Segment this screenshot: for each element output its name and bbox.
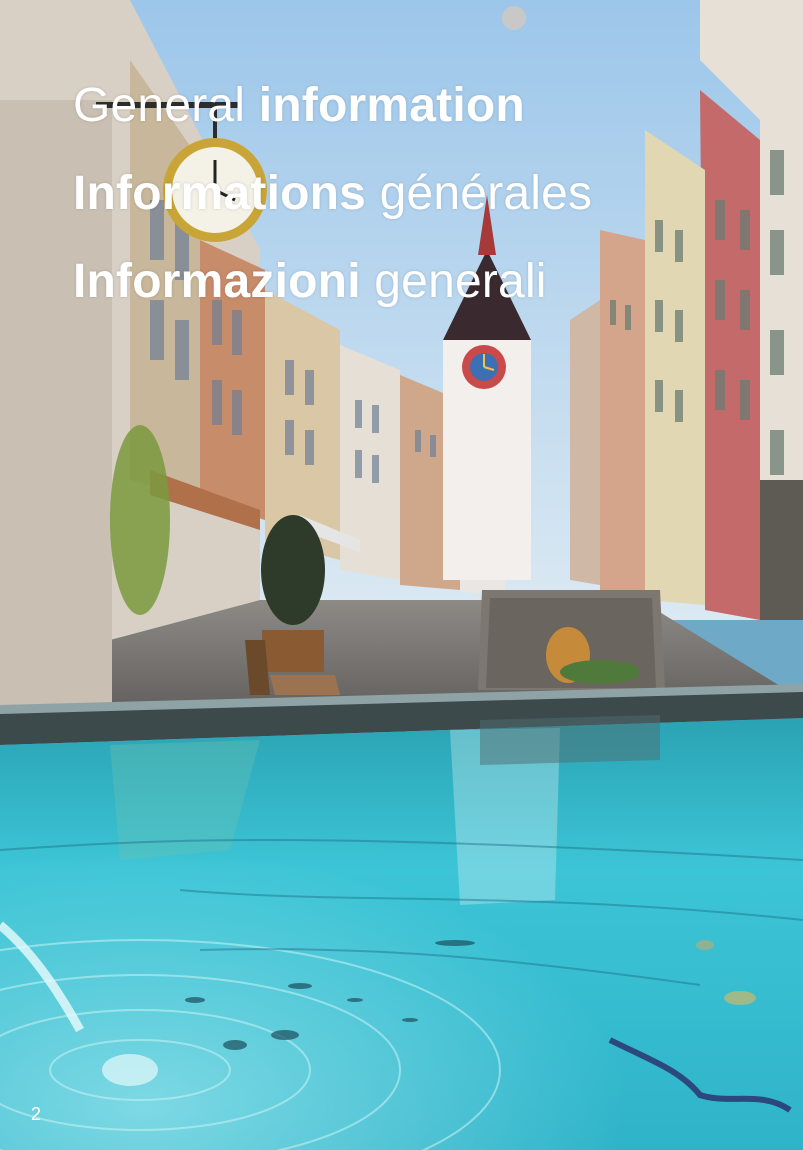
title-english: General information bbox=[73, 62, 592, 150]
multilingual-title: General information Informations général… bbox=[73, 62, 592, 326]
title-french-light: générales bbox=[379, 167, 593, 220]
title-english-bold: information bbox=[258, 79, 525, 132]
title-french: Informations générales bbox=[73, 150, 592, 238]
title-english-light: General bbox=[73, 79, 246, 132]
brochure-page: General information Informations général… bbox=[0, 0, 803, 1150]
title-italian: Informazioni generali bbox=[73, 238, 592, 326]
title-italian-bold: Informazioni bbox=[73, 255, 361, 308]
title-italian-light: generali bbox=[374, 255, 547, 308]
page-number: 2 bbox=[31, 1104, 42, 1124]
title-french-bold: Informations bbox=[73, 167, 367, 220]
